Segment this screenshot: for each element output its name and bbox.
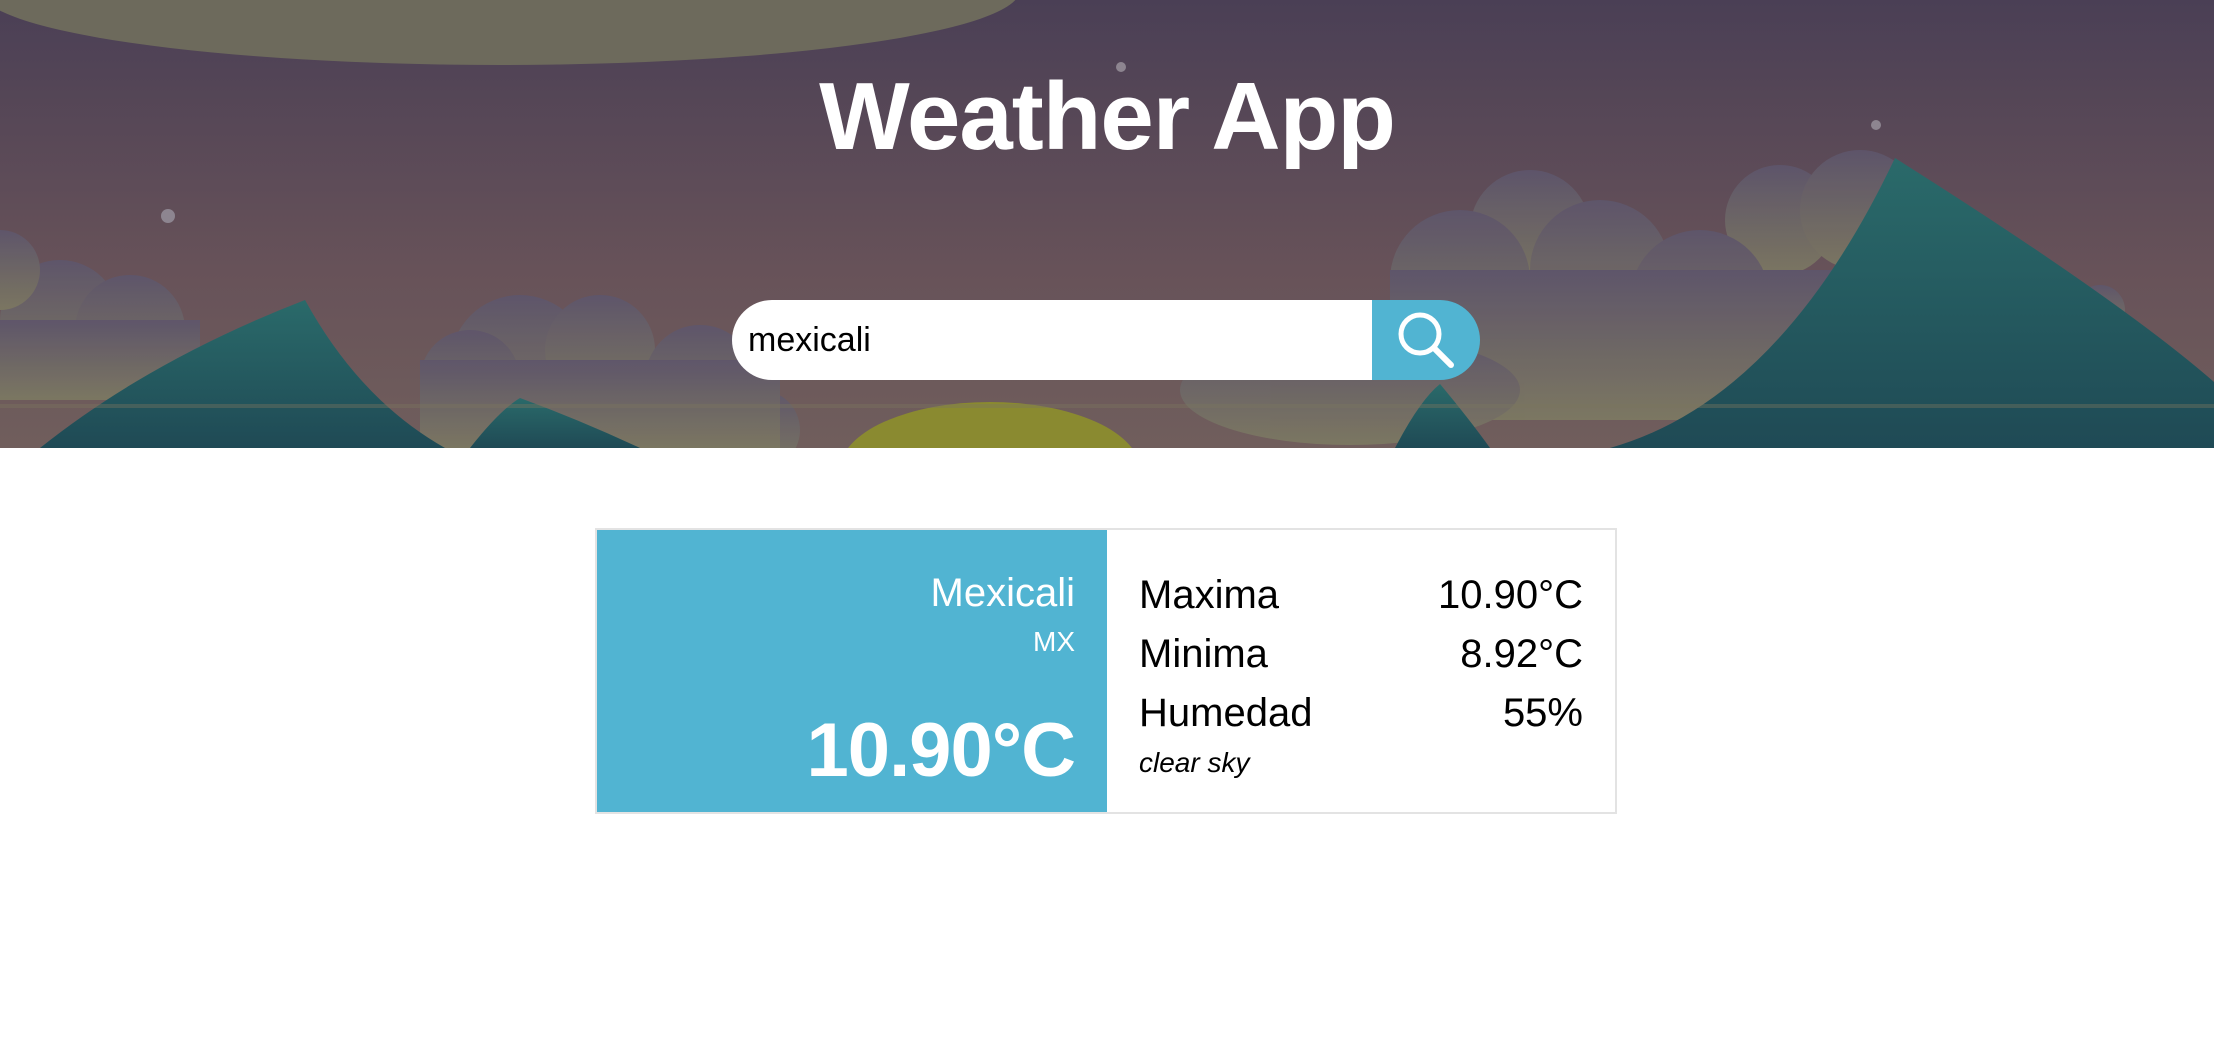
city-name: Mexicali [930,571,1075,615]
weather-details-panel: Maxima 10.90°C Minima 8.92°C Humedad 55%… [1107,530,1615,812]
detail-label: Maxima [1139,573,1280,617]
weather-summary-panel: Mexicali MX 10.90°C [597,530,1107,812]
detail-label: Minima [1139,632,1268,676]
detail-row-humidity: Humedad 55% [1139,684,1583,743]
current-temperature: 10.90°C [806,708,1076,793]
detail-value: 8.92°C [1460,632,1583,676]
search-button[interactable] [1372,300,1480,380]
detail-value: 10.90°C [1438,573,1583,617]
detail-label: Humedad [1139,691,1313,735]
weather-card: Mexicali MX 10.90°C Maxima 10.90°C Minim… [595,528,1617,814]
page-title: Weather App [819,63,1396,170]
detail-row-max: Maxima 10.90°C [1139,566,1583,625]
country-code: MX [1033,626,1075,657]
detail-value: 55% [1502,691,1583,735]
hero-header: Weather App [0,0,2214,448]
search-form [732,300,1480,380]
weather-description: clear sky [1139,747,1250,778]
city-search-input[interactable] [732,300,1372,380]
detail-row-min: Minima 8.92°C [1139,625,1583,684]
search-icon [1398,312,1454,368]
